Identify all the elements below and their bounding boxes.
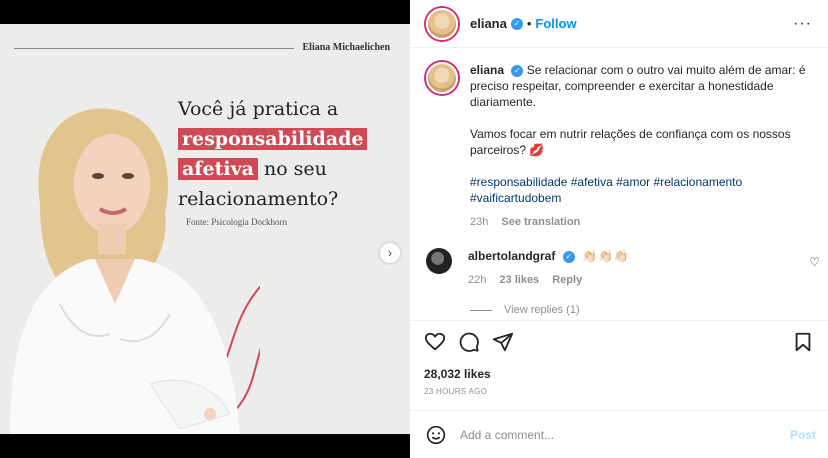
view-replies-label[interactable]: View replies (1): [504, 304, 580, 316]
comment-icon[interactable]: [458, 331, 480, 353]
slide-headline: Você já pratica a responsabilidade afeti…: [178, 94, 403, 214]
headline-highlight2: afetiva: [178, 158, 258, 180]
post-media: Eliana Michaelichen Você já pratica a re…: [0, 0, 410, 458]
verified-badge-icon: ✓: [511, 64, 524, 77]
share-icon[interactable]: [492, 331, 514, 353]
heart-icon[interactable]: [424, 331, 446, 353]
divider: [14, 48, 294, 49]
action-icons: [424, 331, 814, 353]
emoji-icon[interactable]: [426, 425, 446, 445]
caption-body2: Vamos focar em nutrir relações de confia…: [470, 127, 791, 157]
see-translation-link[interactable]: See translation: [501, 216, 580, 228]
comment-item: albertolandgraf ✓ 👏🏻👏🏻👏🏻 22h 23 likes Re…: [410, 230, 828, 288]
follow-button[interactable]: Follow: [535, 16, 576, 31]
comment-emojis: 👏🏻👏🏻👏🏻: [582, 249, 630, 263]
separator-dot: •: [526, 16, 532, 31]
caption-hashtags[interactable]: #responsabilidade #afetiva #amor #relaci…: [470, 175, 742, 205]
post-panel: eliana ✓ • Follow ··· eliana ✓ Se relaci…: [410, 0, 828, 458]
caption-time: 23h: [470, 216, 489, 228]
headline-highlight1: responsabilidade: [178, 128, 368, 150]
view-replies[interactable]: View replies (1): [470, 304, 828, 316]
header-username[interactable]: eliana: [470, 16, 507, 31]
caption-username[interactable]: eliana: [470, 63, 504, 77]
post-timestamp: 23 HOURS AGO: [424, 387, 488, 396]
headline-line1: Você já pratica a: [178, 98, 339, 120]
comment-text: albertolandgraf ✓ 👏🏻👏🏻👏🏻 22h 23 likes Re…: [468, 248, 630, 288]
replies-line: [470, 309, 492, 311]
more-options-icon[interactable]: ···: [793, 15, 812, 33]
reply-button[interactable]: Reply: [552, 274, 582, 286]
post-caption: eliana ✓ Se relacionar com o outro vai m…: [410, 48, 828, 230]
add-comment-bar: Post: [410, 410, 828, 458]
comment-time: 22h: [468, 274, 487, 286]
post-header: eliana ✓ • Follow ···: [410, 0, 828, 48]
carousel-slide: Eliana Michaelichen Você já pratica a re…: [0, 24, 410, 434]
headline-mid: no seu: [257, 158, 327, 180]
caption-text: eliana ✓ Se relacionar com o outro vai m…: [470, 62, 812, 230]
comment-like-heart-icon[interactable]: ♡: [809, 255, 820, 269]
post-comment-button[interactable]: Post: [790, 428, 816, 442]
slide-source: Fonte: Psicologia Dockhorn: [186, 217, 287, 227]
verified-badge-icon: ✓: [510, 17, 523, 30]
carousel-next-button[interactable]: ›: [380, 243, 400, 263]
post-actions: 28,032 likes 23 HOURS AGO: [410, 320, 828, 410]
bookmark-icon[interactable]: [792, 331, 814, 353]
caption-avatar[interactable]: [426, 62, 458, 94]
verified-badge-icon: ✓: [562, 250, 575, 263]
slide-author: Eliana Michaelichen: [302, 42, 391, 53]
avatar[interactable]: [426, 7, 458, 40]
comment-likes[interactable]: 23 likes: [499, 274, 539, 286]
like-count[interactable]: 28,032 likes: [424, 367, 814, 381]
caption-meta: 23h See translation: [470, 214, 812, 230]
comment-input[interactable]: [460, 427, 790, 442]
headline-line4: relacionamento?: [178, 188, 339, 210]
commenter-avatar[interactable]: [426, 248, 452, 274]
comment-username[interactable]: albertolandgraf: [468, 249, 555, 263]
comment-meta: 22h 23 likes Reply: [468, 272, 630, 288]
chevron-right-icon: ›: [388, 246, 392, 260]
